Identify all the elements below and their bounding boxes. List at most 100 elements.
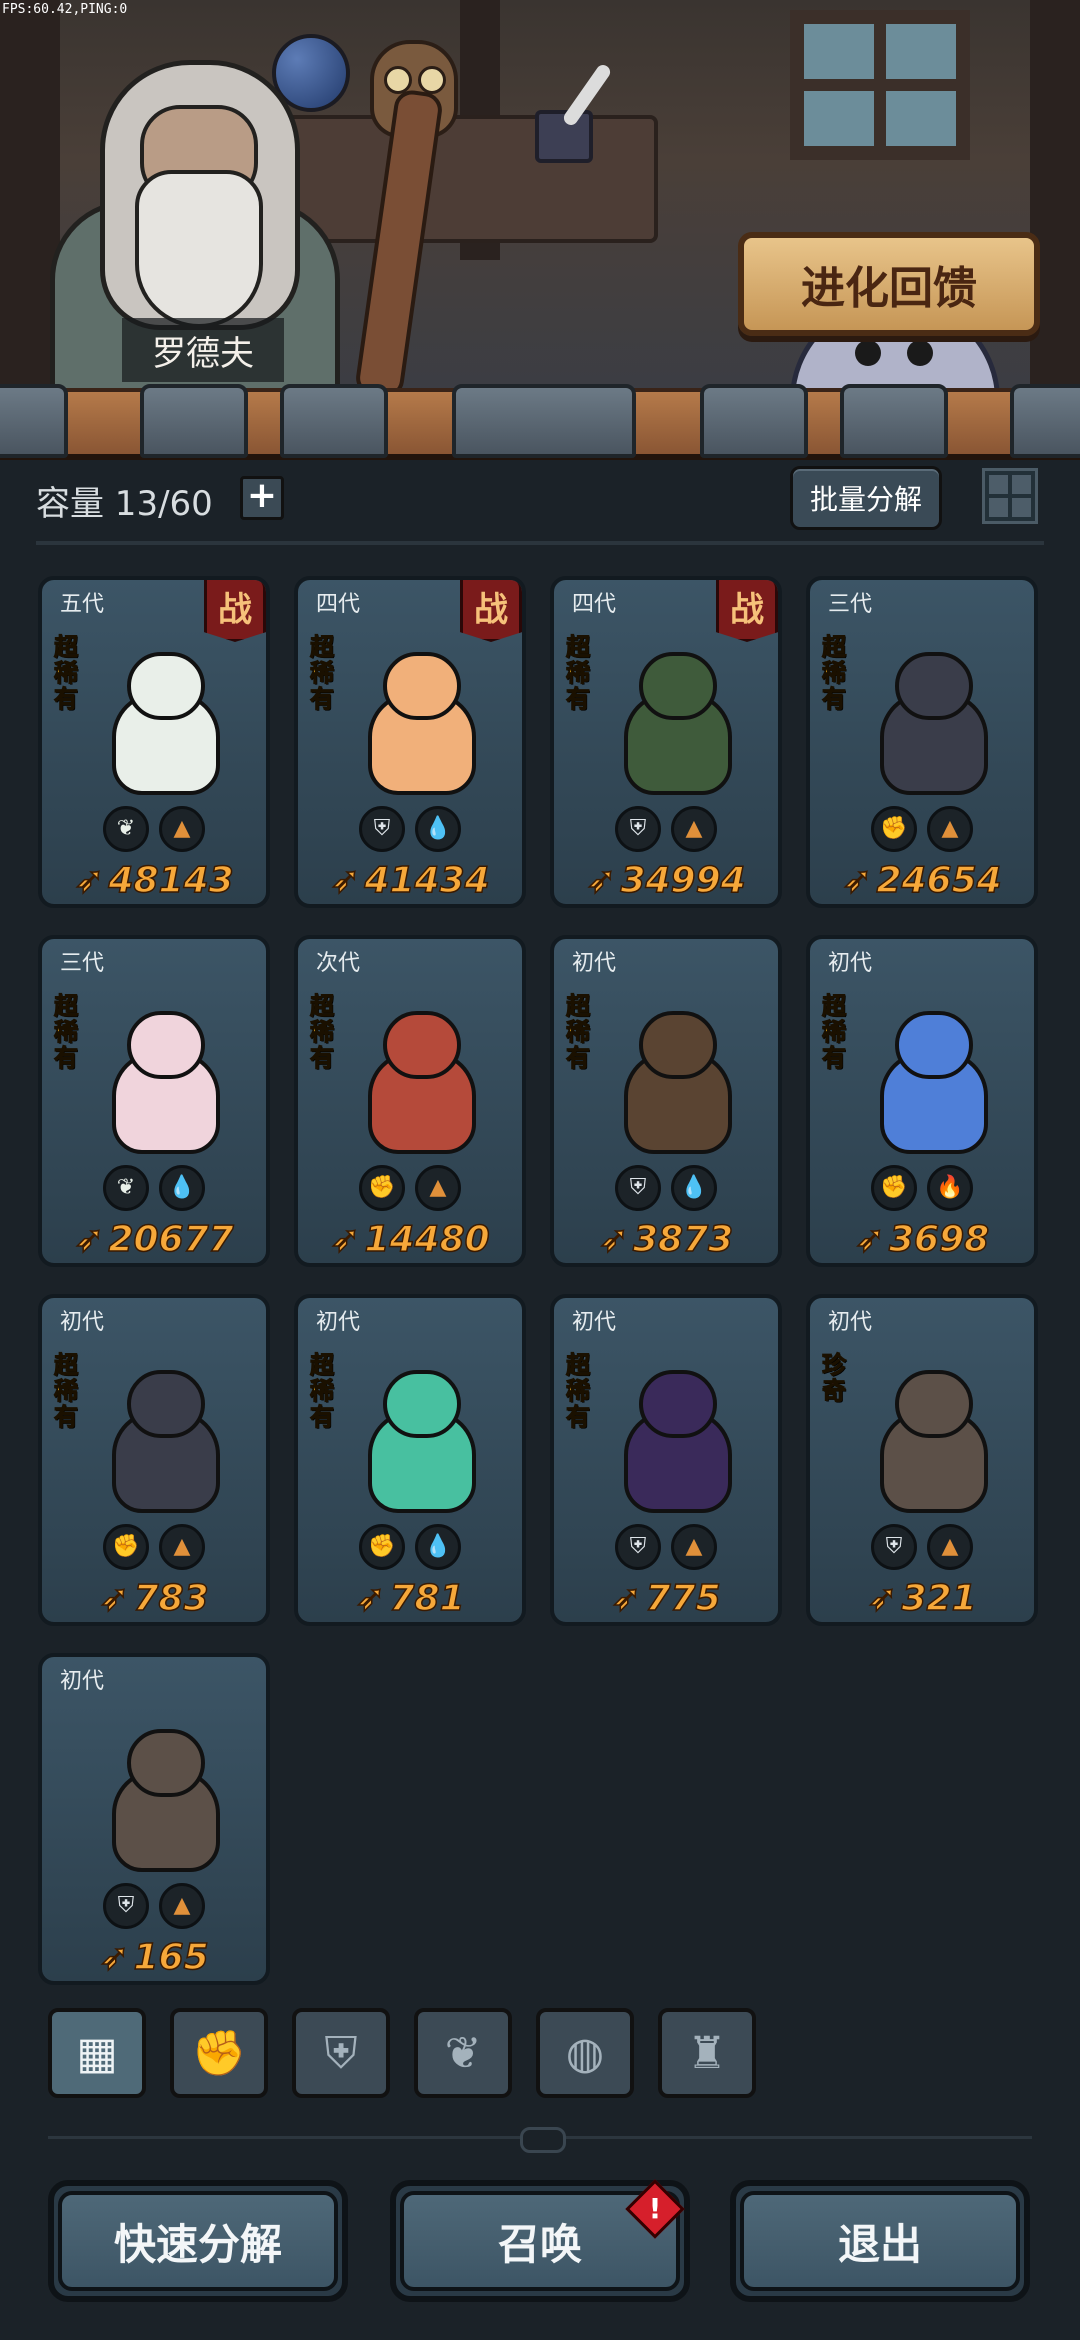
ledge-stone <box>1010 384 1080 458</box>
power-value: ➶ 775 <box>554 1577 778 1620</box>
grid-cell-icon <box>1012 498 1031 517</box>
power-arrow-icon: ➶ <box>330 859 362 902</box>
element-icons: ✊ 🔥 <box>810 1165 1034 1211</box>
pet-card[interactable]: 初代 超稀有 ⛨ 💧 ➶ 3873 <box>550 935 782 1267</box>
power-value: ➶ 24654 <box>810 859 1034 902</box>
pet-card[interactable]: 三代 超稀有 ❦ 💧 ➶ 20677 <box>38 935 270 1267</box>
filter-tab-shield[interactable]: ⛨ <box>292 2008 390 2098</box>
power-value: ➶ 781 <box>298 1577 522 1620</box>
earth-icon: ▲ <box>159 806 205 852</box>
pet-portrait <box>348 1360 488 1513</box>
pet-head <box>127 652 205 720</box>
npc-name-label: 罗德夫 <box>122 318 284 382</box>
element-icons: ✊ 💧 <box>298 1524 522 1570</box>
pet-card[interactable]: 初代 超稀有 ✊ ▲ ➶ 783 <box>38 1294 270 1626</box>
ledge-stone <box>840 384 948 458</box>
filter-tab-fist[interactable]: ✊ <box>170 2008 268 2098</box>
pet-portrait <box>860 1001 1000 1154</box>
pet-head <box>383 652 461 720</box>
pet-portrait <box>348 642 488 795</box>
pet-card[interactable]: 五代 超稀有 战 ❦ ▲ ➶ 48143 <box>38 576 270 908</box>
element-icons: ⛨ ▲ <box>554 806 778 852</box>
filter-tab-leaf[interactable]: ❦ <box>414 2008 512 2098</box>
evolution-reward-button[interactable]: 进化回馈 <box>738 232 1040 336</box>
pet-portrait <box>92 642 232 795</box>
pet-portrait <box>92 1001 232 1154</box>
pet-head <box>895 652 973 720</box>
grid-view-toggle[interactable] <box>982 468 1038 524</box>
ledge-stone <box>280 384 388 458</box>
power-value: ➶ 165 <box>42 1936 266 1979</box>
rarity-label: 超稀有 <box>566 992 591 1072</box>
earth-icon: ▲ <box>671 806 717 852</box>
exit-button[interactable]: 退出 <box>730 2180 1030 2302</box>
egg-icon: ◍ <box>565 2027 605 2079</box>
filter-tab-tower[interactable]: ♜ <box>658 2008 756 2098</box>
power-value: ➶ 20677 <box>42 1218 266 1261</box>
pet-portrait <box>604 642 744 795</box>
shield-icon: ⛨ <box>615 1524 661 1570</box>
pet-card[interactable]: 初代 超稀有 ✊ 💧 ➶ 781 <box>294 1294 526 1626</box>
earth-icon: ▲ <box>415 1165 461 1211</box>
rarity-label: 超稀有 <box>54 633 79 713</box>
pet-card[interactable]: 次代 超稀有 ✊ ▲ ➶ 14480 <box>294 935 526 1267</box>
rarity-label: 超稀有 <box>54 992 79 1072</box>
pet-head <box>639 1011 717 1079</box>
pet-card[interactable]: 三代 超稀有 ✊ ▲ ➶ 24654 <box>806 576 1038 908</box>
fps-counter: FPS:60.42,PING:0 <box>2 2 128 17</box>
battle-badge: 战 <box>204 580 266 642</box>
water-icon: 💧 <box>671 1165 717 1211</box>
generation-label: 四代 <box>316 592 361 617</box>
power-arrow-icon: ➶ <box>74 1218 106 1261</box>
earth-icon: ▲ <box>159 1883 205 1929</box>
pet-portrait <box>860 642 1000 795</box>
power-number: 14480 <box>364 1218 491 1261</box>
power-value: ➶ 3698 <box>810 1218 1034 1261</box>
power-arrow-icon: ➶ <box>611 1577 643 1620</box>
shield-icon: ⛨ <box>871 1524 917 1570</box>
generation-label: 次代 <box>316 951 361 976</box>
power-value: ➶ 34994 <box>554 859 778 902</box>
fist-icon: ✊ <box>359 1524 405 1570</box>
pet-card[interactable]: 四代 超稀有 战 ⛨ ▲ ➶ 34994 <box>550 576 782 908</box>
pet-portrait <box>92 1360 232 1513</box>
quick-decompose-button[interactable]: 快速分解 <box>48 2180 348 2302</box>
element-icons: ✊ ▲ <box>298 1165 522 1211</box>
pet-head <box>895 1370 973 1438</box>
earth-icon: ▲ <box>927 806 973 852</box>
expand-capacity-button[interactable]: + <box>240 476 284 520</box>
rarity-label: 珍奇 <box>822 1351 847 1405</box>
fist-icon: ✊ <box>191 2028 247 2079</box>
element-icons: ⛨ 💧 <box>298 806 522 852</box>
generation-label: 初代 <box>60 1310 105 1335</box>
power-value: ➶ 783 <box>42 1577 266 1620</box>
filter-tab-all-blocks[interactable]: ▦ <box>48 2008 146 2098</box>
pet-portrait <box>860 1360 1000 1513</box>
exit-label: 退出 <box>740 2191 1020 2291</box>
pet-card[interactable]: 初代 珍奇 ⛨ ▲ ➶ 321 <box>806 1294 1038 1626</box>
power-number: 34994 <box>620 859 747 902</box>
earth-icon: ▲ <box>927 1524 973 1570</box>
window <box>790 10 970 160</box>
pet-card[interactable]: 初代 ⛨ ▲ ➶ 165 <box>38 1653 270 1985</box>
pet-head <box>383 1370 461 1438</box>
pet-head <box>383 1011 461 1079</box>
power-arrow-icon: ➶ <box>854 1218 886 1261</box>
batch-decompose-button[interactable]: 批量分解 <box>790 466 942 530</box>
power-arrow-icon: ➶ <box>99 1936 131 1979</box>
generation-label: 初代 <box>572 1310 617 1335</box>
pet-card[interactable]: 四代 超稀有 战 ⛨ 💧 ➶ 41434 <box>294 576 526 908</box>
fist-icon: ✊ <box>359 1165 405 1211</box>
leaf-icon: ❦ <box>103 806 149 852</box>
element-icons: ⛨ ▲ <box>554 1524 778 1570</box>
pet-card[interactable]: 初代 超稀有 ⛨ ▲ ➶ 775 <box>550 1294 782 1626</box>
earth-icon: ▲ <box>671 1524 717 1570</box>
pet-portrait <box>348 1001 488 1154</box>
battle-badge: 战 <box>460 580 522 642</box>
filter-tab-egg[interactable]: ◍ <box>536 2008 634 2098</box>
grid-cell-icon <box>989 498 1008 517</box>
element-icons: ❦ ▲ <box>42 806 266 852</box>
mascot-eye <box>907 340 933 366</box>
owl-eye <box>418 66 446 94</box>
pet-card[interactable]: 初代 超稀有 ✊ 🔥 ➶ 3698 <box>806 935 1038 1267</box>
